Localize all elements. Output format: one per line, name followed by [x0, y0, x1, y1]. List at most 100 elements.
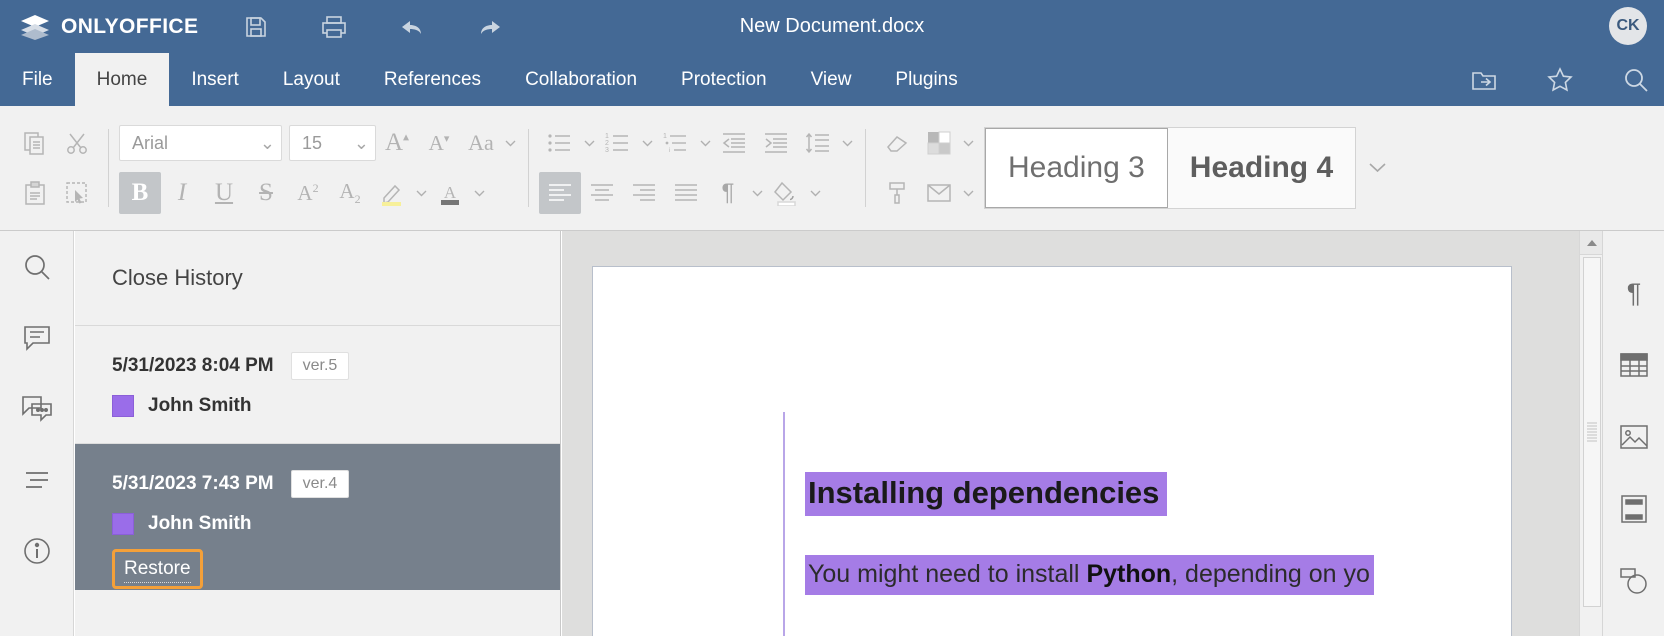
version-history-panel: Close History 5/31/2023 8:04 PM ver.5 Jo…: [75, 231, 561, 636]
chevron-down-icon[interactable]: [749, 172, 765, 214]
favorite-star-icon[interactable]: [1546, 66, 1574, 94]
increase-indent-icon[interactable]: [755, 122, 797, 164]
chevron-down-icon[interactable]: [807, 172, 823, 214]
clear-style-icon[interactable]: [876, 122, 918, 164]
paste-icon[interactable]: [14, 172, 56, 214]
header-footer-settings-icon[interactable]: [1603, 473, 1664, 545]
align-left-icon[interactable]: [539, 172, 581, 214]
undo-icon[interactable]: [399, 14, 425, 40]
tab-layout[interactable]: Layout: [261, 53, 362, 106]
table-settings-icon[interactable]: [1603, 329, 1664, 401]
underline-icon[interactable]: U: [203, 172, 245, 214]
chevron-down-icon[interactable]: [413, 172, 429, 214]
document-canvas[interactable]: Installing dependencies You might need t…: [562, 231, 1603, 636]
font-name-select[interactable]: Arial ⌄: [119, 125, 282, 161]
superscript-icon[interactable]: A2: [287, 172, 329, 214]
redo-icon[interactable]: [477, 14, 503, 40]
close-history-button[interactable]: Close History: [75, 231, 560, 326]
right-settings-rail: ¶: [1602, 231, 1664, 636]
chevron-down-icon[interactable]: [839, 122, 855, 164]
align-center-icon[interactable]: [581, 172, 623, 214]
highlight-color-icon[interactable]: [371, 172, 413, 214]
chevron-down-icon[interactable]: [639, 122, 655, 164]
justify-icon[interactable]: [665, 172, 707, 214]
chevron-down-icon: ⌄: [353, 132, 369, 153]
chevron-down-icon: ⌄: [259, 132, 275, 153]
nonprinting-chars-icon[interactable]: ¶: [707, 172, 749, 214]
select-all-icon[interactable]: [56, 172, 98, 214]
style-heading-3[interactable]: Heading 3: [985, 128, 1168, 208]
quick-access-toolbar: [243, 14, 503, 40]
strikethrough-icon[interactable]: S: [245, 172, 287, 214]
chat-icon[interactable]: [0, 373, 74, 444]
chevron-down-icon[interactable]: [471, 172, 487, 214]
tab-references[interactable]: References: [362, 53, 503, 106]
style-heading-4[interactable]: Heading 4: [1167, 128, 1356, 208]
subscript-icon[interactable]: A2: [329, 172, 371, 214]
tab-plugins[interactable]: Plugins: [873, 53, 979, 106]
about-icon[interactable]: [0, 515, 74, 586]
save-icon[interactable]: [243, 14, 269, 40]
line-spacing-icon[interactable]: [797, 122, 839, 164]
copy-icon[interactable]: [14, 122, 56, 164]
align-right-icon[interactable]: [623, 172, 665, 214]
decrease-font-size-icon[interactable]: A▾: [418, 122, 460, 164]
headings-icon[interactable]: [0, 444, 74, 515]
style-gallery-expand-icon[interactable]: [1356, 127, 1398, 209]
change-case-icon[interactable]: Aa: [460, 122, 502, 164]
bullets-icon[interactable]: [539, 122, 581, 164]
copy-style-icon[interactable]: [876, 172, 918, 214]
scrollbar-thumb[interactable]: [1583, 257, 1601, 607]
chevron-down-icon[interactable]: [581, 122, 597, 164]
numbering-icon[interactable]: 1 2 3: [597, 122, 639, 164]
font-size-select[interactable]: 15 ⌄: [289, 125, 376, 161]
chevron-down-icon[interactable]: [960, 122, 976, 164]
ribbon-divider: [108, 129, 109, 207]
tab-home[interactable]: Home: [74, 53, 170, 106]
shading-icon[interactable]: [765, 172, 807, 214]
bold-icon[interactable]: B: [119, 172, 161, 214]
comments-icon[interactable]: [0, 302, 74, 373]
tab-file[interactable]: File: [0, 53, 75, 106]
font-color-icon[interactable]: A: [429, 172, 471, 214]
search-icon[interactable]: [0, 231, 74, 302]
version-badge: ver.4: [290, 470, 350, 498]
version-history-item[interactable]: 5/31/2023 8:04 PM ver.5 John Smith: [75, 326, 560, 444]
tab-view[interactable]: View: [789, 53, 874, 106]
italic-icon[interactable]: I: [161, 172, 203, 214]
chevron-down-icon[interactable]: [502, 122, 518, 164]
shape-settings-icon[interactable]: [1603, 545, 1664, 617]
decrease-indent-icon[interactable]: [713, 122, 755, 164]
svg-text:1: 1: [663, 133, 667, 140]
version-author: John Smith: [148, 395, 252, 416]
user-avatar[interactable]: CK: [1609, 7, 1647, 45]
brand-logo[interactable]: ONLYOFFICE: [0, 14, 215, 40]
chevron-down-icon[interactable]: [960, 172, 976, 214]
open-file-location-icon[interactable]: [1470, 66, 1498, 94]
borders-icon[interactable]: [918, 122, 960, 164]
paragraph-text-after: , depending on yo: [1171, 560, 1370, 588]
tab-insert[interactable]: Insert: [169, 53, 261, 106]
vertical-scrollbar[interactable]: [1579, 231, 1603, 636]
svg-text:1: 1: [605, 133, 609, 140]
mail-merge-icon[interactable]: [918, 172, 960, 214]
increase-font-size-icon[interactable]: A▴: [376, 122, 418, 164]
ribbon-group-tools: [876, 106, 976, 230]
svg-text:A: A: [444, 183, 457, 202]
multilevel-list-icon[interactable]: 1 i: [655, 122, 697, 164]
version-history-item-selected[interactable]: 5/31/2023 7:43 PM ver.4 John Smith Resto…: [75, 444, 560, 590]
svg-text:3: 3: [605, 147, 609, 154]
cut-icon[interactable]: [56, 122, 98, 164]
restore-button[interactable]: Restore: [124, 558, 191, 583]
print-icon[interactable]: [321, 14, 347, 40]
paragraph-settings-icon[interactable]: ¶: [1603, 257, 1664, 329]
tab-protection[interactable]: Protection: [659, 53, 789, 106]
image-settings-icon[interactable]: [1603, 401, 1664, 473]
tab-collaboration[interactable]: Collaboration: [503, 53, 659, 106]
document-page[interactable]: Installing dependencies You might need t…: [592, 266, 1512, 636]
search-icon[interactable]: [1622, 66, 1650, 94]
scroll-up-arrow-icon[interactable]: [1580, 231, 1603, 255]
paragraph-text-before: You might need to install: [808, 560, 1087, 588]
svg-text:2: 2: [605, 140, 609, 147]
chevron-down-icon[interactable]: [697, 122, 713, 164]
